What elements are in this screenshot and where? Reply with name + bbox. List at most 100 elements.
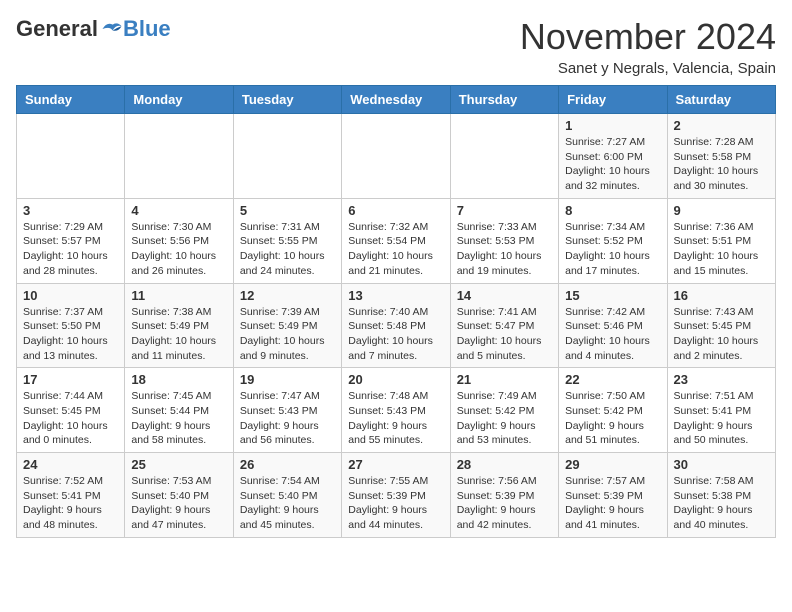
calendar-cell: 15 Sunrise: 7:42 AM Sunset: 5:46 PM Dayli… bbox=[559, 283, 667, 368]
day-number: 20 bbox=[348, 372, 443, 387]
day-number: 18 bbox=[131, 372, 226, 387]
logo-text: General Blue bbox=[16, 16, 171, 42]
day-info: Sunrise: 7:49 AM Sunset: 5:42 PM Dayligh… bbox=[457, 389, 552, 448]
calendar-cell: 23 Sunrise: 7:51 AM Sunset: 5:41 PM Dayli… bbox=[667, 368, 775, 453]
calendar-cell bbox=[233, 114, 341, 199]
calendar-cell: 25 Sunrise: 7:53 AM Sunset: 5:40 PM Dayli… bbox=[125, 453, 233, 538]
weekday-header-wednesday: Wednesday bbox=[342, 86, 450, 114]
day-info: Sunrise: 7:39 AM Sunset: 5:49 PM Dayligh… bbox=[240, 305, 335, 364]
calendar-week-row: 17 Sunrise: 7:44 AM Sunset: 5:45 PM Dayli… bbox=[17, 368, 776, 453]
day-number: 21 bbox=[457, 372, 552, 387]
day-info: Sunrise: 7:44 AM Sunset: 5:45 PM Dayligh… bbox=[23, 389, 118, 448]
calendar-week-row: 10 Sunrise: 7:37 AM Sunset: 5:50 PM Dayli… bbox=[17, 283, 776, 368]
day-number: 3 bbox=[23, 203, 118, 218]
day-info: Sunrise: 7:40 AM Sunset: 5:48 PM Dayligh… bbox=[348, 305, 443, 364]
calendar-cell: 1 Sunrise: 7:27 AM Sunset: 6:00 PM Daylig… bbox=[559, 114, 667, 199]
calendar-cell: 30 Sunrise: 7:58 AM Sunset: 5:38 PM Dayli… bbox=[667, 453, 775, 538]
day-number: 7 bbox=[457, 203, 552, 218]
calendar-cell: 19 Sunrise: 7:47 AM Sunset: 5:43 PM Dayli… bbox=[233, 368, 341, 453]
day-number: 30 bbox=[674, 457, 769, 472]
weekday-header-saturday: Saturday bbox=[667, 86, 775, 114]
calendar-cell: 21 Sunrise: 7:49 AM Sunset: 5:42 PM Dayli… bbox=[450, 368, 558, 453]
calendar-cell: 7 Sunrise: 7:33 AM Sunset: 5:53 PM Daylig… bbox=[450, 198, 558, 283]
day-info: Sunrise: 7:29 AM Sunset: 5:57 PM Dayligh… bbox=[23, 220, 118, 279]
calendar-cell: 24Sunrise: 7:52 AM Sunset: 5:41 PM Dayli… bbox=[17, 453, 125, 538]
day-info: Sunrise: 7:50 AM Sunset: 5:42 PM Dayligh… bbox=[565, 389, 660, 448]
day-number: 10 bbox=[23, 288, 118, 303]
day-info: Sunrise: 7:55 AM Sunset: 5:39 PM Dayligh… bbox=[348, 474, 443, 533]
day-info: Sunrise: 7:41 AM Sunset: 5:47 PM Dayligh… bbox=[457, 305, 552, 364]
day-info: Sunrise: 7:27 AM Sunset: 6:00 PM Dayligh… bbox=[565, 135, 660, 194]
title-block: November 2024 Sanet y Negrals, Valencia,… bbox=[520, 16, 776, 77]
day-info: Sunrise: 7:33 AM Sunset: 5:53 PM Dayligh… bbox=[457, 220, 552, 279]
day-info: Sunrise: 7:51 AM Sunset: 5:41 PM Dayligh… bbox=[674, 389, 769, 448]
location-subtitle: Sanet y Negrals, Valencia, Spain bbox=[520, 60, 776, 77]
day-number: 6 bbox=[348, 203, 443, 218]
calendar-cell: 17 Sunrise: 7:44 AM Sunset: 5:45 PM Dayli… bbox=[17, 368, 125, 453]
calendar-cell: 5 Sunrise: 7:31 AM Sunset: 5:55 PM Daylig… bbox=[233, 198, 341, 283]
weekday-header-monday: Monday bbox=[125, 86, 233, 114]
day-number: 14 bbox=[457, 288, 552, 303]
day-info: Sunrise: 7:34 AM Sunset: 5:52 PM Dayligh… bbox=[565, 220, 660, 279]
day-number: 16 bbox=[674, 288, 769, 303]
day-number: 8 bbox=[565, 203, 660, 218]
day-info: Sunrise: 7:57 AM Sunset: 5:39 PM Dayligh… bbox=[565, 474, 660, 533]
calendar-cell: 3 Sunrise: 7:29 AM Sunset: 5:57 PM Daylig… bbox=[17, 198, 125, 283]
calendar-table: SundayMondayTuesdayWednesdayThursdayFrid… bbox=[16, 85, 776, 538]
calendar-cell: 13 Sunrise: 7:40 AM Sunset: 5:48 PM Dayli… bbox=[342, 283, 450, 368]
calendar-cell: 11Sunrise: 7:38 AM Sunset: 5:49 PM Dayli… bbox=[125, 283, 233, 368]
calendar-cell: 10 Sunrise: 7:37 AM Sunset: 5:50 PM Dayli… bbox=[17, 283, 125, 368]
logo-blue: Blue bbox=[123, 16, 171, 42]
calendar-cell bbox=[450, 114, 558, 199]
day-info: Sunrise: 7:53 AM Sunset: 5:40 PM Dayligh… bbox=[131, 474, 226, 533]
calendar-header-row: SundayMondayTuesdayWednesdayThursdayFrid… bbox=[17, 86, 776, 114]
logo-general: General bbox=[16, 16, 98, 42]
day-info: Sunrise: 7:42 AM Sunset: 5:46 PM Dayligh… bbox=[565, 305, 660, 364]
day-number: 17 bbox=[23, 372, 118, 387]
day-number: 2 bbox=[674, 118, 769, 133]
day-info: Sunrise: 7:32 AM Sunset: 5:54 PM Dayligh… bbox=[348, 220, 443, 279]
day-number: 12 bbox=[240, 288, 335, 303]
day-info: Sunrise: 7:43 AM Sunset: 5:45 PM Dayligh… bbox=[674, 305, 769, 364]
calendar-cell: 22 Sunrise: 7:50 AM Sunset: 5:42 PM Dayli… bbox=[559, 368, 667, 453]
day-number: 1 bbox=[565, 118, 660, 133]
calendar-cell: 12 Sunrise: 7:39 AM Sunset: 5:49 PM Dayli… bbox=[233, 283, 341, 368]
day-number: 23 bbox=[674, 372, 769, 387]
day-info: Sunrise: 7:31 AM Sunset: 5:55 PM Dayligh… bbox=[240, 220, 335, 279]
logo-bird-icon bbox=[101, 20, 123, 38]
weekday-header-friday: Friday bbox=[559, 86, 667, 114]
day-number: 13 bbox=[348, 288, 443, 303]
calendar-cell: 28Sunrise: 7:56 AM Sunset: 5:39 PM Dayli… bbox=[450, 453, 558, 538]
day-number: 24 bbox=[23, 457, 118, 472]
day-info: Sunrise: 7:54 AM Sunset: 5:40 PM Dayligh… bbox=[240, 474, 335, 533]
calendar-week-row: 3 Sunrise: 7:29 AM Sunset: 5:57 PM Daylig… bbox=[17, 198, 776, 283]
day-info: Sunrise: 7:37 AM Sunset: 5:50 PM Dayligh… bbox=[23, 305, 118, 364]
weekday-header-tuesday: Tuesday bbox=[233, 86, 341, 114]
calendar-cell: 9 Sunrise: 7:36 AM Sunset: 5:51 PM Daylig… bbox=[667, 198, 775, 283]
day-number: 5 bbox=[240, 203, 335, 218]
calendar-week-row: 24Sunrise: 7:52 AM Sunset: 5:41 PM Dayli… bbox=[17, 453, 776, 538]
day-info: Sunrise: 7:47 AM Sunset: 5:43 PM Dayligh… bbox=[240, 389, 335, 448]
day-number: 27 bbox=[348, 457, 443, 472]
day-info: Sunrise: 7:56 AM Sunset: 5:39 PM Dayligh… bbox=[457, 474, 552, 533]
calendar-week-row: 1 Sunrise: 7:27 AM Sunset: 6:00 PM Daylig… bbox=[17, 114, 776, 199]
calendar-cell: 20 Sunrise: 7:48 AM Sunset: 5:43 PM Dayli… bbox=[342, 368, 450, 453]
day-number: 29 bbox=[565, 457, 660, 472]
calendar-cell: 4 Sunrise: 7:30 AM Sunset: 5:56 PM Daylig… bbox=[125, 198, 233, 283]
day-info: Sunrise: 7:58 AM Sunset: 5:38 PM Dayligh… bbox=[674, 474, 769, 533]
calendar-cell: 26Sunrise: 7:54 AM Sunset: 5:40 PM Dayli… bbox=[233, 453, 341, 538]
month-title: November 2024 bbox=[520, 16, 776, 58]
day-number: 11 bbox=[131, 288, 226, 303]
day-number: 19 bbox=[240, 372, 335, 387]
day-number: 15 bbox=[565, 288, 660, 303]
day-number: 25 bbox=[131, 457, 226, 472]
calendar-cell: 16 Sunrise: 7:43 AM Sunset: 5:45 PM Dayli… bbox=[667, 283, 775, 368]
day-info: Sunrise: 7:30 AM Sunset: 5:56 PM Dayligh… bbox=[131, 220, 226, 279]
day-info: Sunrise: 7:48 AM Sunset: 5:43 PM Dayligh… bbox=[348, 389, 443, 448]
day-number: 4 bbox=[131, 203, 226, 218]
calendar-cell bbox=[342, 114, 450, 199]
weekday-header-sunday: Sunday bbox=[17, 86, 125, 114]
day-info: Sunrise: 7:36 AM Sunset: 5:51 PM Dayligh… bbox=[674, 220, 769, 279]
day-number: 22 bbox=[565, 372, 660, 387]
day-number: 9 bbox=[674, 203, 769, 218]
